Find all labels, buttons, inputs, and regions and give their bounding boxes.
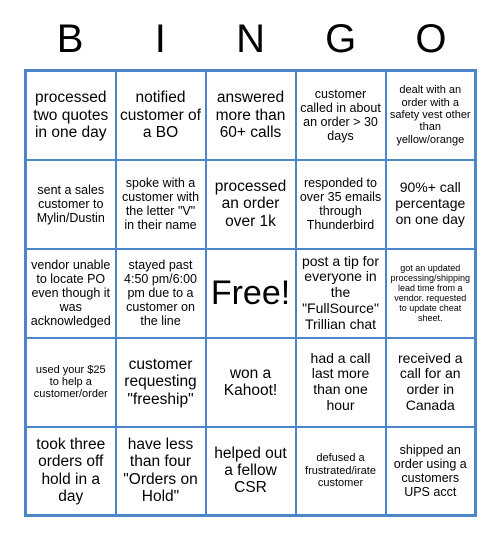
bingo-row: used your $25 to help a customer/order cu… <box>24 336 477 428</box>
bingo-free-cell[interactable]: Free! <box>204 247 297 339</box>
bingo-card: B I N G O processed two quotes in one day not… <box>0 0 501 544</box>
bingo-cell-r2-c4[interactable]: responded to over 35 emails through Thun… <box>294 158 387 250</box>
bingo-cell-r4-c4[interactable]: had a call last more than one hour <box>294 336 387 428</box>
bingo-cell-r3-c4[interactable]: post a tip for everyone in the "FullSour… <box>294 247 387 339</box>
bingo-cell-r2-c5[interactable]: 90%+ call percentage on one day <box>384 158 477 250</box>
bingo-row: took three orders off hold in a day have … <box>24 425 477 517</box>
bingo-header-letter-n: N <box>236 17 265 61</box>
bingo-grid-body: processed two quotes in one day notified … <box>24 69 477 517</box>
bingo-cell-r1-c5[interactable]: dealt with an order with a safety vest o… <box>384 69 477 161</box>
bingo-cell-r2-c2[interactable]: spoke with a customer with the letter "V… <box>114 158 207 250</box>
bingo-cell-r5-c5[interactable]: shipped an order using a customers UPS a… <box>384 425 477 517</box>
bingo-header-letter-g: G <box>325 17 357 61</box>
bingo-cell-r5-c3[interactable]: helped out a fellow CSR <box>204 425 297 517</box>
bingo-cell-r4-c1[interactable]: used your $25 to help a customer/order <box>24 336 117 428</box>
bingo-cell-r3-c2[interactable]: stayed past 4:50 pm/6:00 pm due to a cus… <box>114 247 207 339</box>
bingo-cell-r5-c2[interactable]: have less than four "Orders on Hold" <box>114 425 207 517</box>
bingo-cell-r5-c4[interactable]: defused a frustrated/irate customer <box>294 425 387 517</box>
bingo-grid: processed two quotes in one day notified … <box>24 69 477 517</box>
bingo-cell-r5-c1[interactable]: took three orders off hold in a day <box>24 425 117 517</box>
bingo-header-letter-b: B <box>56 17 84 61</box>
bingo-cell-r1-c2[interactable]: notified customer of a BO <box>114 69 207 161</box>
bingo-cell-r4-c5[interactable]: received a call for an order in Canada <box>384 336 477 428</box>
bingo-cell-r1-c4[interactable]: customer called in about an order > 30 d… <box>294 69 387 161</box>
bingo-row: sent a sales customer to Mylin/Dustin spo… <box>24 158 477 250</box>
bingo-cell-r4-c2[interactable]: customer requesting "freeship" <box>114 336 207 428</box>
bingo-cell-r4-c3[interactable]: won a Kahoot! <box>204 336 297 428</box>
bingo-cell-r1-c1[interactable]: processed two quotes in one day <box>24 69 117 161</box>
bingo-cell-r2-c3[interactable]: processed an order over 1k <box>204 158 297 250</box>
bingo-header-letter-i: I <box>154 17 166 61</box>
bingo-cell-r3-c1[interactable]: vendor unable to locate PO even though i… <box>24 247 117 339</box>
bingo-header-letter-o: O <box>415 17 447 61</box>
bingo-row: processed two quotes in one day notified … <box>24 69 477 161</box>
bingo-cell-r1-c3[interactable]: answered more than 60+ calls <box>204 69 297 161</box>
bingo-header: BINGO <box>25 0 476 61</box>
bingo-cell-r3-c5[interactable]: got an updated processing/shipping lead … <box>384 247 477 339</box>
bingo-cell-r2-c1[interactable]: sent a sales customer to Mylin/Dustin <box>24 158 117 250</box>
bingo-row: vendor unable to locate PO even though i… <box>24 247 477 339</box>
